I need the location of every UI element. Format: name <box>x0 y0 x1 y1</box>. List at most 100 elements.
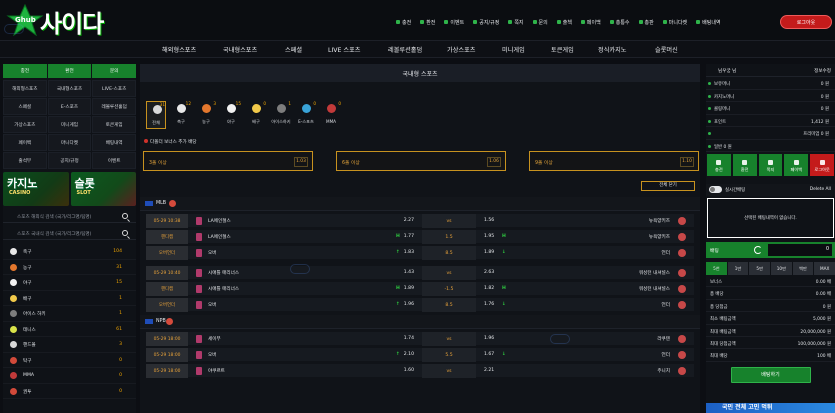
left-grid-item[interactable]: 이벤트 <box>92 152 136 169</box>
casino-banner[interactable]: 카지노 CASINO <box>3 172 69 206</box>
sport-item[interactable]: 테니스 61 <box>3 322 136 337</box>
left-grid-item[interactable]: 국내형스포츠 <box>47 80 92 97</box>
bet-chip[interactable]: MAX <box>814 262 835 275</box>
left-grid-item[interactable]: 출석부 <box>3 152 47 169</box>
menu-item[interactable]: 미니게임 <box>502 45 525 54</box>
left-grid-item[interactable]: 마니다켓 <box>47 134 92 151</box>
away-team[interactable]: 언더 <box>662 250 670 256</box>
menu-item[interactable]: 슬롯머신 <box>655 45 678 54</box>
home-odds[interactable]: 1.89 <box>374 286 414 291</box>
home-odds[interactable]: 1.96 <box>374 302 414 307</box>
home-odds[interactable]: 1.83 <box>374 250 414 255</box>
away-odds[interactable]: 1.89 <box>484 250 494 255</box>
sport-item[interactable]: 야구 15 <box>3 275 136 291</box>
away-odds[interactable]: 1.82 <box>484 286 494 291</box>
logout-button[interactable]: 로그아웃 <box>780 15 832 29</box>
left-grid-item[interactable]: 배팅내역 <box>92 134 136 151</box>
menu-item[interactable]: 정식카지노 <box>598 45 626 54</box>
left-grid-item[interactable]: 레볼루션홀덤 <box>92 98 136 115</box>
home-odds[interactable]: 1.74 <box>374 336 414 341</box>
bet-amount-input[interactable]: 0 <box>768 244 832 256</box>
sport-item[interactable]: 탁구 0 <box>3 353 136 368</box>
top-nav-item[interactable]: 문의 <box>532 16 548 28</box>
league-header[interactable]: MLB <box>140 197 700 211</box>
category-tab[interactable]: 농구 3 <box>196 101 216 129</box>
left-grid-item[interactable]: 토큰게임 <box>92 116 136 133</box>
bet-chip[interactable]: 5만 <box>749 262 771 275</box>
category-tab[interactable]: 전체 31 <box>146 101 166 129</box>
category-tab[interactable]: 배구 0 <box>246 101 266 129</box>
bonus-option[interactable]: 9폴 이상 1.10 <box>529 151 699 171</box>
away-team[interactable]: 뉴욕양키즈 <box>649 218 670 224</box>
menu-item[interactable]: 국내형스포츠 <box>223 45 257 54</box>
close-all-button[interactable]: 전체 닫기 <box>641 181 695 191</box>
bonus-option[interactable]: 3폴 이상 1.03 <box>143 151 313 171</box>
edit-info-link[interactable]: 정보수정 <box>814 68 831 74</box>
top-nav-item[interactable]: 페이백 <box>580 16 601 28</box>
sport-item[interactable]: 배구 1 <box>3 291 136 306</box>
slot-banner[interactable]: 슬롯 SLOT <box>70 172 136 206</box>
away-team[interactable]: 주니치 <box>657 368 670 374</box>
left-button[interactable]: 충전 <box>3 64 47 78</box>
menu-item[interactable]: 레볼루션홀덤 <box>388 45 422 54</box>
bottom-banner[interactable]: 국민 전체 고민 먹튀 <box>706 403 835 413</box>
bet-chip[interactable]: 백만 <box>792 262 814 275</box>
top-nav-item[interactable]: 이벤트 <box>444 16 464 28</box>
home-odds[interactable]: 2.10 <box>374 352 414 357</box>
search-icon[interactable] <box>122 230 128 236</box>
away-team[interactable]: 라쿠텐 <box>657 336 670 342</box>
left-button[interactable]: 문의 <box>92 64 137 78</box>
refresh-icon[interactable] <box>754 246 762 254</box>
realtime-toggle[interactable] <box>709 186 722 193</box>
menu-item[interactable]: 가상스포츠 <box>447 45 475 54</box>
home-team[interactable]: 야쿠르트 <box>208 368 225 374</box>
away-odds[interactable]: 1.76 <box>484 302 494 307</box>
league-header[interactable]: NPB <box>140 315 700 329</box>
account-button[interactable]: 쪽지 <box>758 154 783 176</box>
home-team[interactable]: 시애틀 매리너스 <box>208 270 239 276</box>
top-nav-item[interactable]: 마니다켓 <box>662 16 687 28</box>
away-team[interactable]: 뉴욕양키즈 <box>649 234 670 240</box>
bet-chip[interactable]: 5천 <box>706 262 727 275</box>
left-grid-item[interactable]: 해외형스포츠 <box>3 80 47 97</box>
away-odds[interactable]: 2.21 <box>484 368 494 373</box>
top-nav-item[interactable]: 출첵 <box>556 16 572 28</box>
top-nav-item[interactable]: 공지/규정 <box>473 16 499 28</box>
away-team[interactable]: 워싱턴 내셔널스 <box>639 270 670 276</box>
account-button[interactable]: 로그아웃 <box>810 154 834 176</box>
top-nav-item[interactable]: 배팅내역 <box>696 16 721 28</box>
menu-item[interactable]: 스페셜 <box>285 45 302 54</box>
left-grid-item[interactable]: 페이백 <box>3 134 47 151</box>
left-grid-item[interactable]: 공지/규정 <box>47 152 92 169</box>
home-team[interactable]: 시애틀 매리너스 <box>208 286 239 292</box>
home-odds[interactable]: 1.77 <box>374 234 414 239</box>
away-odds[interactable]: 1.67 <box>484 352 494 357</box>
home-odds[interactable]: 1.60 <box>374 368 414 373</box>
search-domestic[interactable]: 스포츠 국내식 검색 (국가/리그명/팀명) <box>3 228 136 240</box>
delete-all-button[interactable]: Delete All <box>810 187 831 192</box>
bet-chip[interactable]: 10만 <box>771 262 792 275</box>
category-tab[interactable]: 축구 12 <box>171 101 191 129</box>
away-team[interactable]: 언더 <box>662 302 670 308</box>
site-logo[interactable]: Ghub 사이다 <box>6 4 126 38</box>
search-overseas[interactable]: 스포츠 해외식 검색 (국가/리그명/팀명) <box>3 211 136 223</box>
sport-item[interactable]: 권투 0 <box>3 384 136 399</box>
category-tab[interactable]: E-스포츠 0 <box>296 101 316 129</box>
place-bet-button[interactable]: 배팅하기 <box>730 366 811 383</box>
home-odds[interactable]: 1.43 <box>374 270 414 275</box>
left-grid-item[interactable]: E-스포츠 <box>47 98 92 115</box>
account-button[interactable]: 페이백 <box>784 154 809 176</box>
search-icon[interactable] <box>122 213 128 219</box>
sport-item[interactable]: 아이스 하키 1 <box>3 306 136 322</box>
top-nav-item[interactable]: 쪽지 <box>508 16 524 28</box>
home-team[interactable]: LA에인절스 <box>208 234 231 240</box>
away-odds[interactable]: 2.63 <box>484 270 494 275</box>
left-button[interactable]: 환전 <box>47 64 92 78</box>
category-tab[interactable]: 야구 15 <box>221 101 241 129</box>
away-odds[interactable]: 1.96 <box>484 336 494 341</box>
bet-chip[interactable]: 1만 <box>727 262 749 275</box>
sport-item[interactable]: MMA 0 <box>3 368 136 384</box>
sport-item[interactable]: 농구 31 <box>3 260 136 275</box>
menu-item[interactable]: 토큰게임 <box>551 45 574 54</box>
home-team[interactable]: LA에인절스 <box>208 218 231 224</box>
